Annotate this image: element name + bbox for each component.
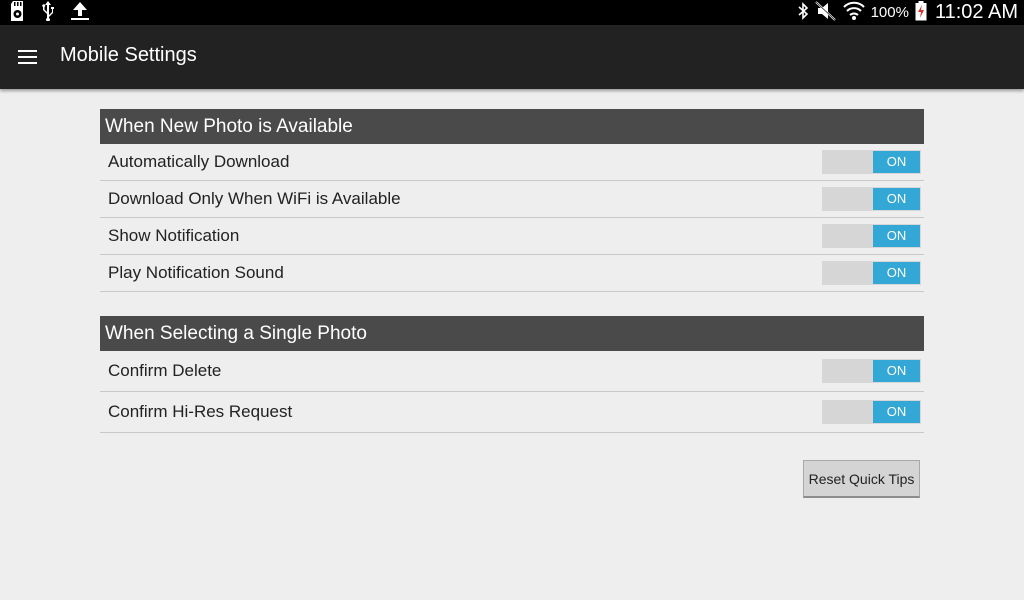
toggle-state: ON: [873, 360, 920, 382]
setting-row-show-notification: Show Notification ON: [100, 218, 924, 255]
setting-label: Show Notification: [108, 226, 240, 245]
sd-card-icon: [10, 0, 26, 25]
hamburger-menu-icon[interactable]: [14, 45, 42, 69]
toggle-state: ON: [873, 401, 920, 423]
toggle-notification-sound[interactable]: ON: [822, 261, 921, 285]
section-header-new-photo: When New Photo is Available: [100, 109, 924, 144]
mute-icon: [814, 0, 837, 25]
toggle-state: ON: [873, 188, 920, 210]
wifi-icon: [842, 1, 865, 25]
setting-label: Confirm Hi-Res Request: [108, 402, 293, 421]
settings-list: When New Photo is Available Automaticall…: [100, 109, 924, 433]
toggle-state: ON: [873, 262, 920, 284]
toggle-confirm-hi-res[interactable]: ON: [822, 400, 921, 424]
bluetooth-icon: [797, 1, 809, 24]
usb-icon: [40, 0, 56, 25]
battery-percent: 100%: [870, 4, 909, 21]
setting-row-auto-download: Automatically Download ON: [100, 144, 924, 181]
setting-row-wifi-only: Download Only When WiFi is Available ON: [100, 181, 924, 218]
reset-quick-tips-button[interactable]: Reset Quick Tips: [803, 460, 920, 498]
clock: 11:02 AM: [934, 1, 1018, 23]
setting-row-confirm-hi-res: Confirm Hi-Res Request ON: [100, 392, 924, 433]
status-bar: 100% 11:02 AM: [0, 0, 1024, 25]
toggle-auto-download[interactable]: ON: [822, 150, 921, 174]
toggle-wifi-only[interactable]: ON: [822, 187, 921, 211]
setting-label: Download Only When WiFi is Available: [108, 189, 401, 208]
section-header-single-photo: When Selecting a Single Photo: [100, 316, 924, 351]
status-bar-system: 100% 11:02 AM: [797, 0, 1018, 25]
upload-icon: [70, 1, 90, 25]
setting-label: Play Notification Sound: [108, 263, 284, 282]
status-bar-notifications: [10, 0, 90, 25]
battery-icon: [915, 0, 927, 25]
toggle-state: ON: [873, 151, 920, 173]
toggle-confirm-delete[interactable]: ON: [822, 359, 921, 383]
setting-label: Automatically Download: [108, 152, 290, 171]
toggle-show-notification[interactable]: ON: [822, 224, 921, 248]
action-bar: Mobile Settings: [0, 25, 1024, 89]
page-title: Mobile Settings: [60, 44, 197, 66]
setting-row-confirm-delete: Confirm Delete ON: [100, 351, 924, 392]
setting-label: Confirm Delete: [108, 361, 222, 380]
toggle-state: ON: [873, 225, 920, 247]
setting-row-notification-sound: Play Notification Sound ON: [100, 255, 924, 292]
